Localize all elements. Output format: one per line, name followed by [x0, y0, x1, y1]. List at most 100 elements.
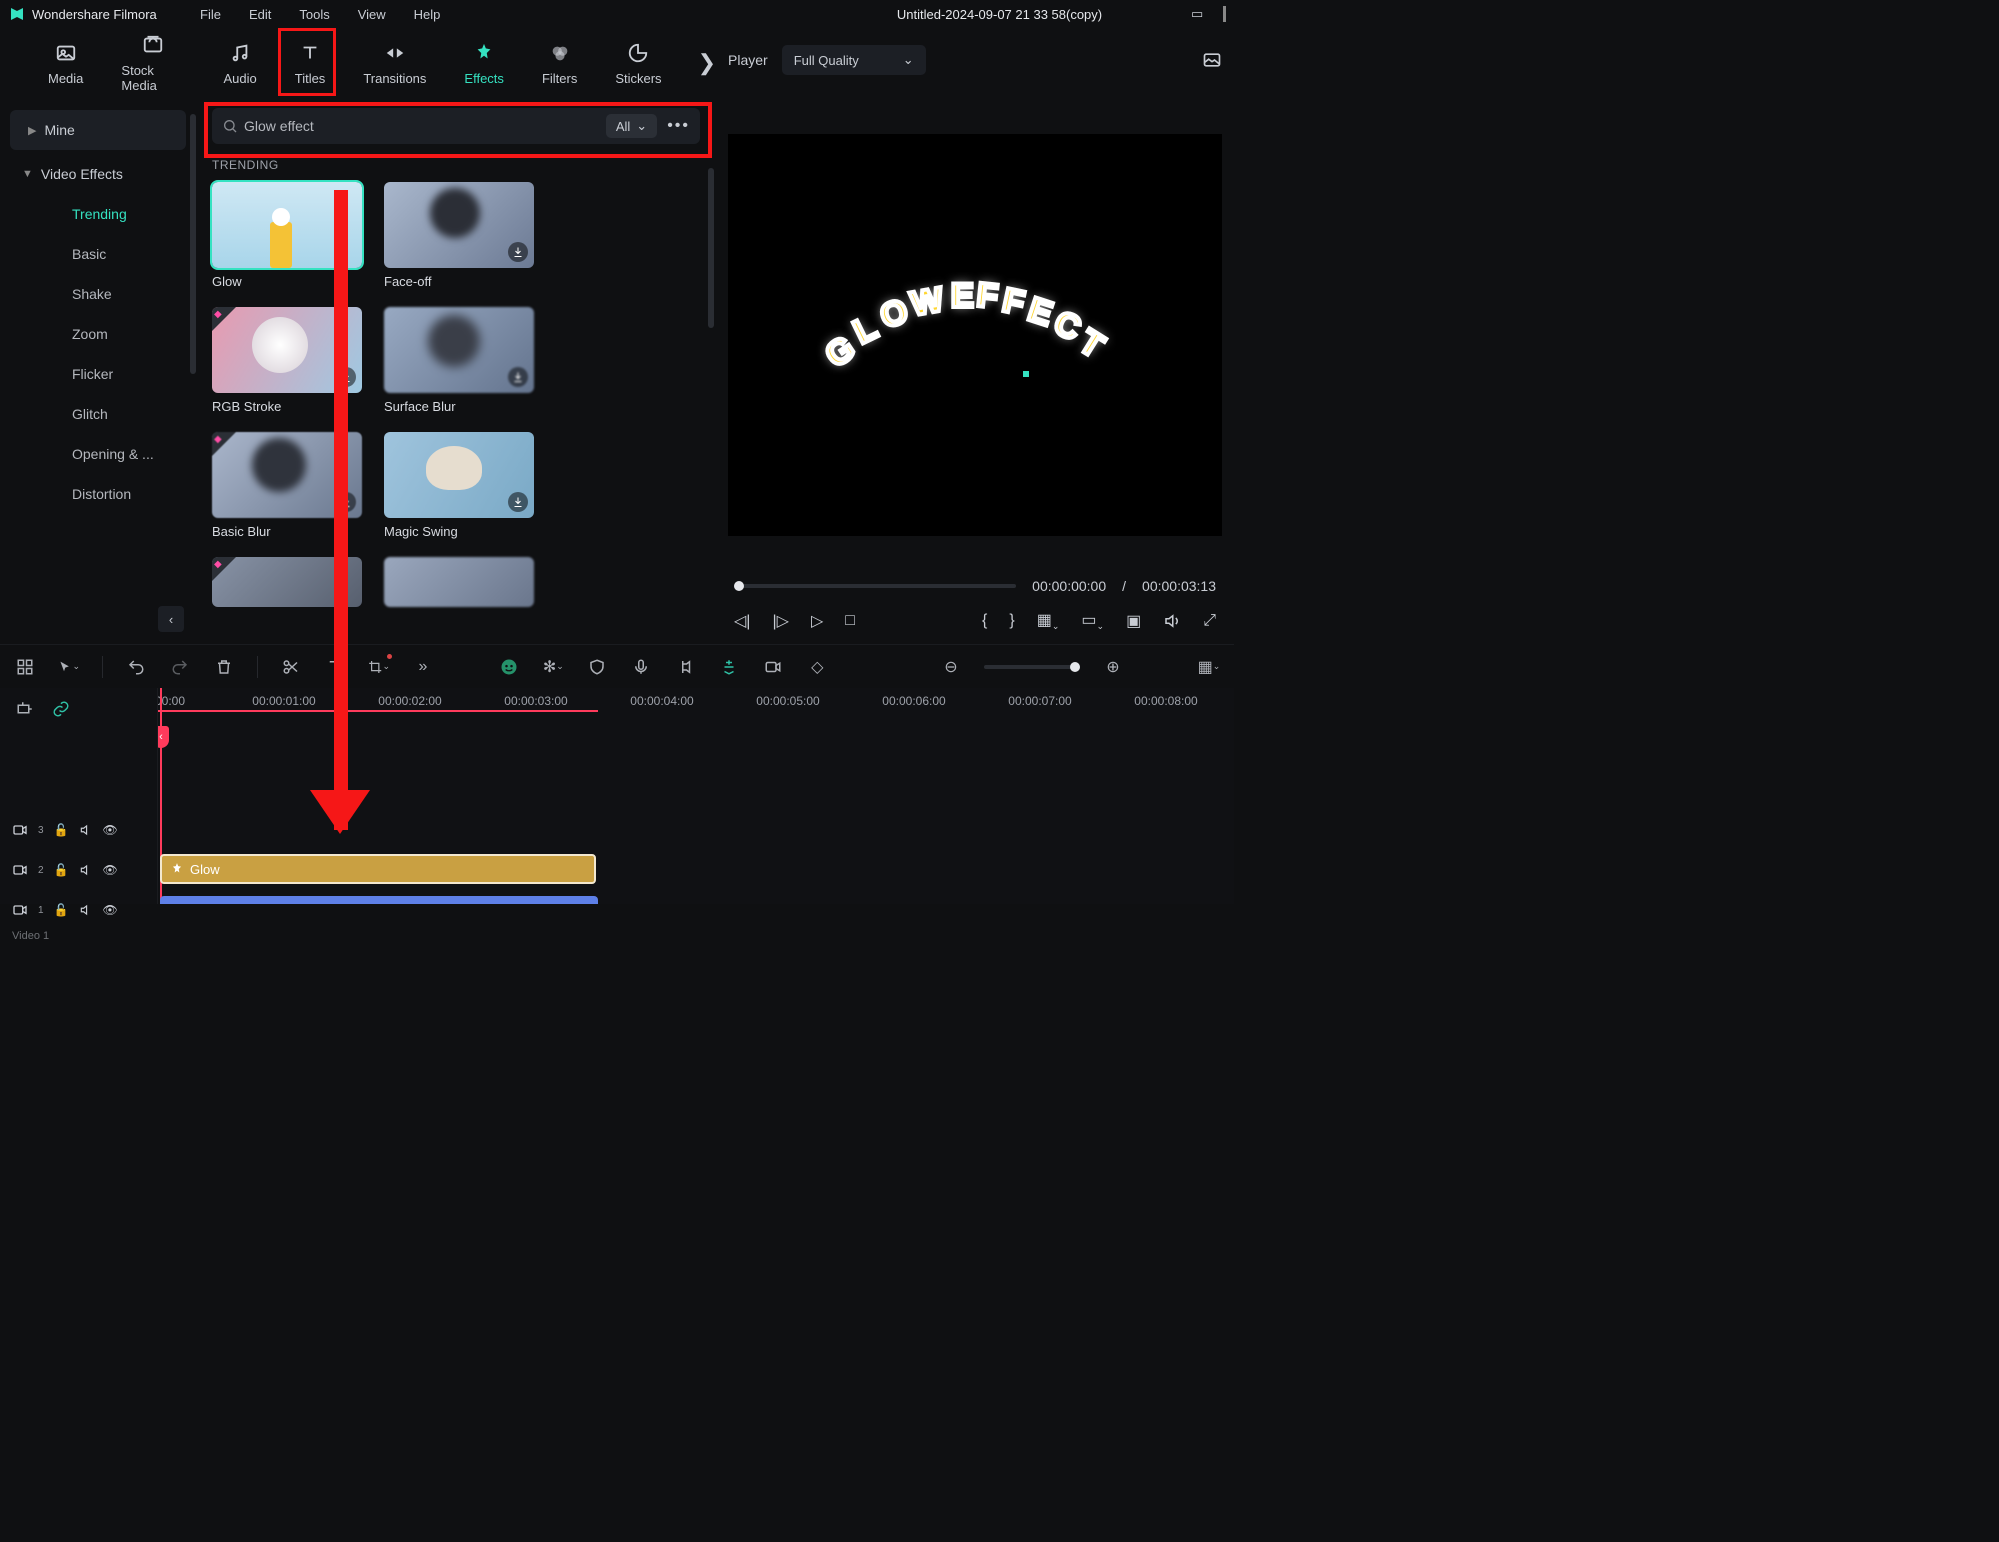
- track-header-3[interactable]: 3🔓👁: [0, 810, 157, 850]
- lock-icon[interactable]: 🔓: [54, 863, 69, 877]
- download-icon[interactable]: [508, 242, 528, 262]
- tab-transitions[interactable]: Transitions: [357, 37, 432, 90]
- download-icon[interactable]: [336, 367, 356, 387]
- visibility-icon[interactable]: 👁: [103, 823, 118, 837]
- play-button[interactable]: ▷: [811, 611, 823, 631]
- download-icon[interactable]: [336, 492, 356, 512]
- add-track-button[interactable]: [14, 698, 36, 720]
- record-button[interactable]: [762, 656, 784, 678]
- split-button[interactable]: [280, 656, 302, 678]
- effect-card-magic-swing[interactable]: Magic Swing: [384, 432, 534, 539]
- tab-titles[interactable]: Titles: [289, 37, 332, 90]
- effect-card-basic-blur[interactable]: Basic Blur: [212, 432, 362, 539]
- search-scope-dropdown[interactable]: All⌄: [606, 114, 657, 138]
- track-3[interactable]: [158, 810, 1234, 850]
- tabs-overflow-icon[interactable]: ❯: [698, 50, 716, 76]
- playhead-handle-icon[interactable]: ‹: [158, 726, 169, 748]
- timeline-view-button[interactable]: ▦⌄: [1198, 656, 1220, 678]
- effect-card-extra1[interactable]: [212, 557, 362, 607]
- menu-help[interactable]: Help: [414, 7, 441, 22]
- snapshot-button[interactable]: [1202, 50, 1222, 70]
- sidebar-sub-flicker[interactable]: Flicker: [44, 354, 192, 394]
- effect-card-extra2[interactable]: [384, 557, 534, 607]
- zoom-out-button[interactable]: ⊖: [940, 656, 962, 678]
- mute-icon[interactable]: [79, 823, 93, 837]
- search-input[interactable]: [244, 118, 606, 134]
- player-progress-bar[interactable]: [734, 584, 1016, 588]
- sidebar-sub-opening[interactable]: Opening & ...: [44, 434, 192, 474]
- player-layout-button[interactable]: ▦⌄: [1037, 610, 1060, 632]
- step-back-button[interactable]: ◁|: [734, 611, 750, 631]
- sidebar-item-video-effects[interactable]: ▼Video Effects: [4, 154, 192, 194]
- mute-icon[interactable]: [79, 863, 93, 877]
- effect-card-surface-blur[interactable]: Surface Blur: [384, 307, 534, 414]
- sidebar-sub-distortion[interactable]: Distortion: [44, 474, 192, 514]
- mark-in-button[interactable]: {: [982, 612, 987, 630]
- player-quality-dropdown[interactable]: Full Quality⌄: [782, 45, 926, 75]
- ai-tool-button[interactable]: [498, 656, 520, 678]
- undo-button[interactable]: [125, 656, 147, 678]
- menu-view[interactable]: View: [358, 7, 386, 22]
- menu-file[interactable]: File: [200, 7, 221, 22]
- track-2[interactable]: Glow: [158, 850, 1234, 890]
- download-icon[interactable]: [508, 492, 528, 512]
- player-volume-button[interactable]: [1163, 612, 1181, 630]
- tab-filters[interactable]: Filters: [536, 37, 583, 90]
- tab-stickers[interactable]: Stickers: [609, 37, 667, 90]
- marker-button[interactable]: [718, 656, 740, 678]
- stop-button[interactable]: □: [845, 612, 855, 630]
- tab-media[interactable]: Media: [42, 37, 89, 90]
- track-header-1[interactable]: 1🔓👁: [0, 890, 157, 930]
- menu-tools[interactable]: Tools: [299, 7, 329, 22]
- tab-audio[interactable]: Audio: [217, 37, 262, 90]
- timeline-layout-icon[interactable]: [14, 656, 36, 678]
- zoom-in-button[interactable]: ⊕: [1102, 656, 1124, 678]
- player-display-button[interactable]: ▭⌄: [1081, 610, 1104, 632]
- effect-card-rgb-stroke[interactable]: RGB Stroke: [212, 307, 362, 414]
- prev-frame-button[interactable]: |▷: [772, 611, 788, 631]
- zoom-slider[interactable]: [984, 665, 1080, 669]
- sidebar-sub-shake[interactable]: Shake: [44, 274, 192, 314]
- effect-card-glow[interactable]: Glow: [212, 182, 362, 289]
- timeline-tracks-area[interactable]: 00:00 00:00:01:00 00:00:02:00 00:00:03:0…: [158, 688, 1234, 904]
- download-icon[interactable]: [508, 367, 528, 387]
- lock-icon[interactable]: 🔓: [54, 903, 69, 917]
- redo-button[interactable]: [169, 656, 191, 678]
- app-thin-bar-icon[interactable]: [1223, 6, 1226, 22]
- sidebar-sub-zoom[interactable]: Zoom: [44, 314, 192, 354]
- crop-button[interactable]: ⌄: [368, 656, 390, 678]
- display-mode-icon[interactable]: ▭: [1191, 6, 1205, 20]
- library-scrollbar[interactable]: [708, 168, 714, 328]
- link-button[interactable]: [50, 698, 72, 720]
- player-viewport[interactable]: G L O W E F F E C T: [728, 134, 1222, 536]
- settings-gear-button[interactable]: ✻⌄: [542, 656, 564, 678]
- player-camera-button[interactable]: ▣: [1126, 611, 1141, 631]
- sidebar-item-mine[interactable]: ▶Mine: [10, 110, 186, 150]
- timeline-ruler[interactable]: 00:00 00:00:01:00 00:00:02:00 00:00:03:0…: [158, 688, 1234, 730]
- menu-edit[interactable]: Edit: [249, 7, 271, 22]
- visibility-icon[interactable]: 👁: [103, 863, 118, 877]
- track-header-2[interactable]: 2🔓👁: [0, 850, 157, 890]
- text-tool-button[interactable]: [324, 656, 346, 678]
- mic-button[interactable]: [630, 656, 652, 678]
- clip-glow[interactable]: Glow: [160, 854, 596, 884]
- sidebar-sub-glitch[interactable]: Glitch: [44, 394, 192, 434]
- tab-stock-media[interactable]: Stock Media: [115, 29, 191, 97]
- visibility-icon[interactable]: 👁: [103, 903, 118, 917]
- audio-mixer-button[interactable]: [674, 656, 696, 678]
- clip-title-glow-effect[interactable]: GLOW EFFECT: [160, 896, 598, 904]
- shield-button[interactable]: [586, 656, 608, 678]
- sidebar-collapse-button[interactable]: ‹: [158, 606, 184, 632]
- lock-icon[interactable]: 🔓: [54, 823, 69, 837]
- more-tools-button[interactable]: »: [412, 656, 434, 678]
- keyframe-button[interactable]: ◇: [806, 656, 828, 678]
- mark-out-button[interactable]: }: [1009, 612, 1014, 630]
- tab-effects[interactable]: Effects: [458, 37, 510, 90]
- sidebar-sub-trending[interactable]: Trending: [44, 194, 192, 234]
- selection-tool-icon[interactable]: ⌄: [58, 656, 80, 678]
- player-fullscreen-button[interactable]: ⤢: [1203, 612, 1216, 630]
- track-1[interactable]: GLOW EFFECT: [158, 890, 1234, 904]
- search-more-icon[interactable]: •••: [667, 117, 690, 135]
- delete-button[interactable]: [213, 656, 235, 678]
- effect-card-faceoff[interactable]: Face-off: [384, 182, 534, 289]
